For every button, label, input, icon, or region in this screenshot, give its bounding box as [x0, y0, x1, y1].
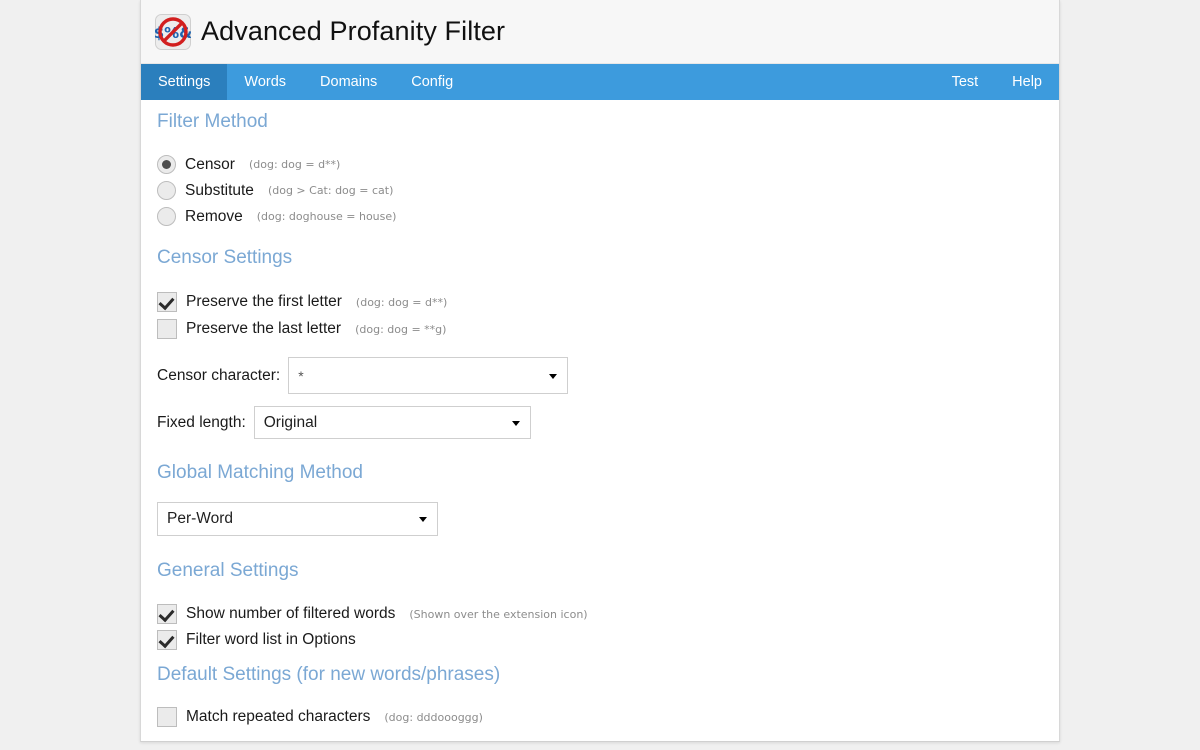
radio-row-remove[interactable]: Remove (dog: doghouse = house) — [157, 207, 1059, 226]
checkbox-hint-match-repeated-characters: (dog: dddoooggg) — [384, 710, 483, 724]
checkbox-row-filter-word-list[interactable]: Filter word list in Options — [157, 630, 1059, 650]
tab-test[interactable]: Test — [935, 64, 996, 100]
heading-censor-settings: Censor Settings — [157, 247, 293, 268]
app-header: $%& Advanced Profanity Filter — [141, 0, 1059, 64]
select-global-matching-method[interactable]: Per-Word — [157, 502, 438, 536]
checkbox-label-show-number-of-filtered-words: Show number of filtered words — [186, 605, 396, 622]
page-title: Advanced Profanity Filter — [201, 16, 506, 46]
field-row-fixed-length: Fixed length: Original — [157, 406, 1059, 439]
radio-hint-censor: (dog: dog = d**) — [248, 158, 341, 171]
radio-hint-substitute: (dog > Cat: dog = cat) — [267, 184, 394, 197]
heading-default-settings: Default Settings (for new words/phrases) — [157, 664, 501, 685]
nav-right-group: Test Help — [935, 64, 1059, 100]
main-navigation: Settings Words Domains Config Test Help — [141, 64, 1059, 100]
checkbox-label-preserve-first-letter: Preserve the first letter — [186, 293, 342, 310]
tab-config[interactable]: Config — [394, 64, 470, 100]
checkbox-row-show-number-filtered[interactable]: Show number of filtered words (Shown ove… — [157, 604, 1059, 624]
heading-global-matching-method: Global Matching Method — [157, 462, 363, 483]
tab-domains[interactable]: Domains — [303, 64, 394, 100]
select-match-method[interactable]: Exact — [263, 741, 544, 742]
chevron-down-icon — [549, 373, 558, 379]
tab-settings[interactable]: Settings — [141, 64, 228, 100]
checkbox-show-number-of-filtered-words[interactable] — [157, 604, 177, 624]
checkbox-row-match-repeated-characters[interactable]: Match repeated characters (dog: dddooogg… — [157, 707, 1059, 727]
settings-content: Filter Method Censor (dog: dog = d**) Su… — [141, 100, 1059, 742]
chevron-down-icon — [511, 420, 520, 426]
label-censor-character: Censor character: — [157, 366, 281, 384]
tab-words[interactable]: Words — [227, 64, 303, 100]
select-censor-character[interactable]: * — [288, 357, 569, 394]
field-row-match-method: Match Method Exact — [157, 741, 1059, 742]
checkbox-label-preserve-last-letter: Preserve the last letter — [186, 320, 342, 337]
checkbox-preserve-last-letter[interactable] — [157, 319, 177, 339]
radio-remove[interactable] — [157, 207, 176, 226]
nav-left-group: Settings Words Domains Config — [141, 64, 470, 100]
profanity-blocked-icon: $%& — [154, 13, 192, 50]
checkbox-preserve-first-letter[interactable] — [157, 292, 177, 312]
checkbox-row-preserve-first[interactable]: Preserve the first letter (dog: dog = d*… — [157, 292, 1059, 312]
radio-row-substitute[interactable]: Substitute (dog > Cat: dog = cat) — [157, 181, 1059, 200]
radio-hint-remove: (dog: doghouse = house) — [256, 210, 397, 223]
checkbox-hint-show-number-of-filtered-words: (Shown over the extension icon) — [409, 607, 588, 621]
radio-label-remove: Remove — [185, 207, 243, 225]
radio-row-censor[interactable]: Censor (dog: dog = d**) — [157, 155, 1059, 174]
checkbox-row-preserve-last[interactable]: Preserve the last letter (dog: dog = **g… — [157, 319, 1059, 339]
radio-substitute[interactable] — [157, 181, 176, 200]
chevron-down-icon — [419, 517, 427, 522]
checkbox-match-repeated-characters[interactable] — [157, 707, 177, 727]
heading-general-settings: General Settings — [157, 560, 299, 581]
radio-censor[interactable] — [157, 155, 176, 174]
app-window: $%& Advanced Profanity Filter Settings W… — [140, 0, 1060, 742]
checkbox-hint-preserve-last-letter: (dog: dog = **g) — [355, 322, 447, 336]
checkbox-label-match-repeated-characters: Match repeated characters — [186, 708, 371, 725]
select-censor-character-value: * — [298, 367, 304, 384]
select-fixed-length[interactable]: Original — [253, 406, 531, 439]
label-fixed-length: Fixed length: — [157, 413, 246, 431]
checkbox-hint-preserve-first-letter: (dog: dog = d**) — [355, 295, 448, 309]
radio-label-substitute: Substitute — [185, 181, 254, 199]
heading-filter-method: Filter Method — [157, 111, 268, 132]
radio-label-censor: Censor — [185, 155, 235, 173]
checkbox-label-filter-word-list-in-options: Filter word list in Options — [186, 631, 356, 648]
tab-help[interactable]: Help — [995, 64, 1059, 100]
field-row-censor-character: Censor character: * — [157, 357, 1059, 394]
checkbox-filter-word-list-in-options[interactable] — [157, 630, 177, 650]
select-global-matching-method-value: Per-Word — [167, 510, 234, 527]
select-fixed-length-value: Original — [263, 413, 318, 431]
